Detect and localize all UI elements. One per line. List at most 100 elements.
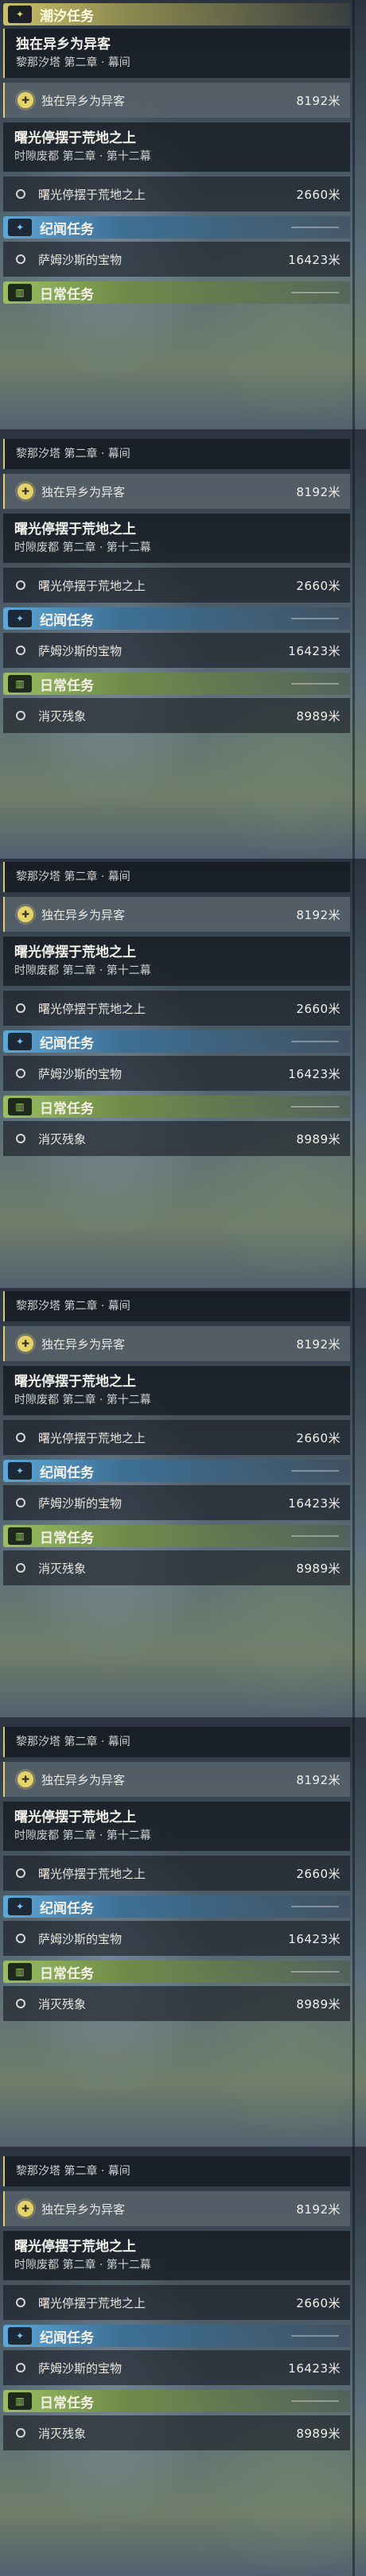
main-quest-card[interactable]: 黎那汐塔 第二章 · 幕间 [3,439,350,469]
quest-title: 独在异乡为异客 [16,37,111,52]
side-quest-header[interactable]: ✦ 纪闻任务 [3,1460,350,1482]
objective-label: 独在异乡为异客 [41,93,126,108]
objective-label: 萨姆沙斯的宝物 [38,1066,123,1081]
quest-subtitle: 黎那汐塔 第二章 · 幕间 [16,56,130,69]
side-quest-header[interactable]: ✦ 纪闻任务 [3,607,350,630]
quest-subtitle: 时隙废都 第二章 · 第十二幕 [14,964,151,977]
book-icon: ▥ [8,284,32,301]
second-quest-card[interactable]: 曙光停摆于荒地之上 时隙废都 第二章 · 第十二幕 [3,937,350,986]
header-label: 日常任务 [40,286,94,303]
circle-icon [16,189,25,199]
main-quest-objective[interactable]: ✚ 独在异乡为异客 8192米 [3,897,350,932]
circle-icon [16,254,25,264]
daily-quest-header[interactable]: ▥ 日常任务 [3,1525,350,1547]
quest-title: 曙光停摆于荒地之上 [14,945,136,960]
side-quest-header[interactable]: ✦ 纪闻任务 [3,1030,350,1053]
objective-label: 独在异乡为异客 [41,484,126,499]
side-quest-objective[interactable]: 萨姆沙斯的宝物 16423米 [3,242,350,277]
objective-label: 曙光停摆于荒地之上 [38,1001,146,1016]
second-quest-objective[interactable]: 曙光停摆于荒地之上 2660米 [3,2285,350,2320]
header-divider [291,1041,339,1042]
quest-tracker-frame: 黎那汐塔 第二章 · 幕间 ✚ 独在异乡为异客 8192米 曙光停摆于荒地之上 … [0,1717,366,2147]
daily-quest-header[interactable]: ▥ 日常任务 [3,673,350,695]
side-quest-header[interactable]: ✦ 纪闻任务 [3,1895,350,1918]
daily-quest-objective[interactable]: 消灭残象 8989米 [3,698,350,733]
screenshot-sequence: ✦ 潮汐任务 独在异乡为异客 黎那汐塔 第二章 · 幕间 ✚ 独在异乡为异客 8… [0,0,366,2576]
side-quest-header[interactable]: ✦ 纪闻任务 [3,216,350,239]
book-icon: ▥ [8,1527,32,1545]
distance-label: 16423米 [288,252,341,267]
side-quest-header[interactable]: ✦ 纪闻任务 [3,2325,350,2347]
quest-tracker-frame: ✦ 潮汐任务 独在异乡为异客 黎那汐塔 第二章 · 幕间 ✚ 独在异乡为异客 8… [0,0,366,429]
side-quest-objective[interactable]: 萨姆沙斯的宝物 16423米 [3,2350,350,2385]
second-quest-objective[interactable]: 曙光停摆于荒地之上 2660米 [3,991,350,1026]
sparkle-icon: ✦ [8,1033,32,1050]
second-quest-card[interactable]: 曙光停摆于荒地之上 时隙废都 第二章 · 第十二幕 [3,1366,350,1415]
second-quest-card[interactable]: 曙光停摆于荒地之上 时隙废都 第二章 · 第十二幕 [3,122,350,172]
objective-label: 曙光停摆于荒地之上 [38,1430,146,1445]
daily-quest-header[interactable]: ▥ 日常任务 [3,281,350,304]
quest-subtitle: 时隙废都 第二章 · 第十二幕 [14,150,151,163]
second-quest-objective[interactable]: 曙光停摆于荒地之上 2660米 [3,1856,350,1891]
circle-icon [16,1868,25,1878]
daily-quest-objective[interactable]: 消灭残象 8989米 [3,1121,350,1156]
circle-icon [16,2428,25,2438]
header-divider [291,1470,339,1472]
side-quest-objective[interactable]: 萨姆沙斯的宝物 16423米 [3,633,350,668]
circle-icon [16,1069,25,1078]
header-divider [291,1106,339,1108]
side-quest-objective[interactable]: 萨姆沙斯的宝物 16423米 [3,1485,350,1520]
main-quest-objective[interactable]: ✚ 独在异乡为异客 8192米 [3,2191,350,2226]
main-quest-card[interactable]: 独在异乡为异客 黎那汐塔 第二章 · 幕间 [3,29,350,78]
daily-quest-header[interactable]: ▥ 日常任务 [3,1961,350,1983]
second-quest-objective[interactable]: 曙光停摆于荒地之上 2660米 [3,568,350,603]
objective-label: 曙光停摆于荒地之上 [38,2295,146,2310]
header-label: 日常任务 [40,1530,94,1546]
header-divider [291,683,339,685]
main-quest-card[interactable]: 黎那汐塔 第二章 · 幕间 [3,862,350,892]
second-quest-objective[interactable]: 曙光停摆于荒地之上 2660米 [3,177,350,211]
main-quest-card[interactable]: 黎那汐塔 第二章 · 幕间 [3,1291,350,1321]
header-label: 纪闻任务 [40,1900,94,1917]
sparkle-icon: ✦ [8,1898,32,1915]
distance-label: 16423米 [288,1931,341,1946]
quest-title: 曙光停摆于荒地之上 [14,1374,136,1390]
main-quest-objective[interactable]: ✚ 独在异乡为异客 8192米 [3,1326,350,1361]
objective-label: 萨姆沙斯的宝物 [38,252,123,267]
main-quest-card[interactable]: 黎那汐塔 第二章 · 幕间 [3,1727,350,1757]
main-quest-header[interactable]: ✦ 潮汐任务 [3,3,350,25]
header-divider [291,618,339,619]
distance-label: 8192米 [296,93,341,108]
main-quest-objective[interactable]: ✚ 独在异乡为异客 8192米 [3,1762,350,1797]
second-quest-card[interactable]: 曙光停摆于荒地之上 时隙废都 第二章 · 第十二幕 [3,514,350,563]
daily-quest-objective[interactable]: 消灭残象 8989米 [3,1986,350,2021]
header-divider [291,2400,339,2402]
second-quest-card[interactable]: 曙光停摆于荒地之上 时隙废都 第二章 · 第十二幕 [3,1802,350,1851]
daily-quest-objective[interactable]: 消灭残象 8989米 [3,1550,350,1585]
quest-title: 曙光停摆于荒地之上 [14,2239,136,2255]
quest-subtitle: 黎那汐塔 第二章 · 幕间 [16,1300,130,1313]
daily-quest-header[interactable]: ▥ 日常任务 [3,1096,350,1118]
daily-quest-objective[interactable]: 消灭残象 8989米 [3,2415,350,2450]
second-quest-card[interactable]: 曙光停摆于荒地之上 时隙废都 第二章 · 第十二幕 [3,2231,350,2280]
objective-label: 消灭残象 [38,1131,87,1146]
main-quest-objective[interactable]: ✚ 独在异乡为异客 8192米 [3,83,350,118]
side-quest-objective[interactable]: 萨姆沙斯的宝物 16423米 [3,1921,350,1956]
objective-label: 萨姆沙斯的宝物 [38,1931,123,1946]
distance-label: 2660米 [296,1866,341,1881]
main-quest-objective[interactable]: ✚ 独在异乡为异客 8192米 [3,474,350,509]
target-icon: ✚ [18,906,33,922]
daily-quest-header[interactable]: ▥ 日常任务 [3,2390,350,2412]
second-quest-objective[interactable]: 曙光停摆于荒地之上 2660米 [3,1420,350,1455]
distance-label: 8989米 [296,1996,341,2012]
target-icon: ✚ [18,1771,33,1787]
quest-title: 曙光停摆于荒地之上 [14,522,136,537]
main-quest-card[interactable]: 黎那汐塔 第二章 · 幕间 [3,2156,350,2186]
side-quest-objective[interactable]: 萨姆沙斯的宝物 16423米 [3,1056,350,1091]
distance-label: 8192米 [296,484,341,499]
quest-subtitle: 时隙废都 第二章 · 第十二幕 [14,2259,151,2271]
sparkle-icon: ✦ [8,1462,32,1480]
circle-icon [16,2298,25,2307]
distance-label: 2660米 [296,2295,341,2310]
objective-label: 独在异乡为异客 [41,1336,126,1352]
